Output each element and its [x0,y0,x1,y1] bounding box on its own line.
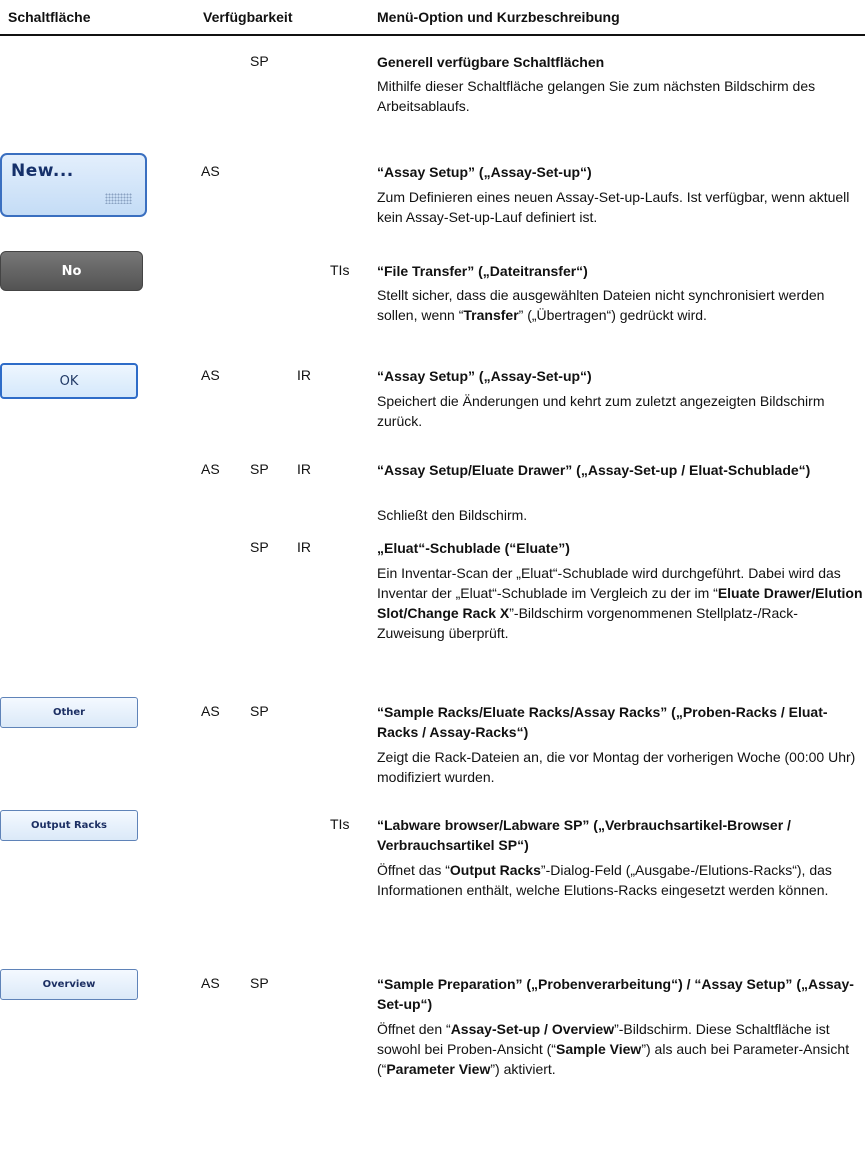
bold-term: Transfer [463,307,519,323]
availability-sp: SP [250,53,269,69]
availability-as: AS [201,163,220,179]
new-button-label: New... [11,161,74,181]
text-segment: Öffnet den “ [377,1021,451,1037]
column-header-availability: Verfügbarkeit [203,9,293,25]
other-button[interactable]: Other [0,697,138,728]
row-title: „Eluat“-Schublade (“Eluate”) [377,540,570,556]
row-description: Mithilfe dieser Schaltfläche gelangen Si… [377,78,816,114]
row-title: Generell verfügbare Schaltflächen [377,54,605,70]
text-segment: Öffnet das “ [377,862,450,878]
row-title: “Sample Racks/Eluate Racks/Assay Racks” … [377,704,828,740]
text-segment: ” („Übertragen“) gedrückt wird. [518,307,707,323]
text-segment: ”) aktiviert. [490,1061,556,1077]
row-title: “Assay Setup/Eluate Drawer” („Assay-Set-… [377,462,811,478]
availability-tis: TIs [330,262,350,278]
keyboard-icon [105,193,132,204]
other-button-label: Other [52,707,86,718]
no-button-label: No [61,263,82,279]
output-racks-button-label: Output Racks [31,820,107,831]
overview-button-label: Overview [42,979,96,990]
bold-term: Parameter View [386,1061,491,1077]
row-title: “Assay Setup” („Assay-Set-up“) [377,368,592,384]
bold-term: Sample View [555,1041,642,1057]
overview-button[interactable]: Overview [0,969,138,1000]
ok-button[interactable]: OK [0,363,138,399]
new-button[interactable]: New... [0,153,147,217]
availability-ir: IR [297,461,311,477]
header-divider [0,34,865,36]
no-button[interactable]: No [0,251,143,291]
availability-ir: IR [297,367,311,383]
availability-sp: SP [250,539,269,555]
availability-as: AS [201,703,220,719]
column-header-button: Schaltfläche [8,9,91,25]
availability-as: AS [201,975,220,991]
row-description: Ein Inventar-Scan der „Eluat“-Schublade … [377,563,865,643]
output-racks-button[interactable]: Output Racks [0,810,138,841]
availability-tis: TIs [330,816,350,832]
row-description: Zeigt die Rack-Dateien an, die vor Monta… [377,749,856,785]
row-title: “Labware browser/Labware SP” („Verbrauch… [377,817,791,853]
row-title: “File Transfer” („Dateitransfer“) [377,263,588,279]
availability-as: AS [201,461,220,477]
availability-ir: IR [297,539,311,555]
column-header-description: Menü-Option und Kurzbeschreibung [377,9,620,25]
availability-as: AS [201,367,220,383]
bold-term: Assay-Set-up / Overview [450,1021,615,1037]
row-description: Öffnet das “Output Racks”-Dialog-Feld („… [377,860,865,900]
row-description: Öffnet den “Assay-Set-up / Overview”-Bil… [377,1019,865,1079]
availability-sp: SP [250,975,269,991]
row-title: “Assay Setup” („Assay-Set-up“) [377,164,592,180]
table-header: Schaltfläche Verfügbarkeit Menü-Option u… [0,0,865,36]
availability-sp: SP [250,461,269,477]
row-description: Stellt sicher, dass die ausgewählten Dat… [377,285,865,325]
row-title: “Sample Preparation” („Probenverarbeitun… [377,976,854,1012]
bold-term: Output Racks [449,862,541,878]
row-description: Speichert die Änderungen und kehrt zum z… [377,393,825,429]
ok-button-label: OK [59,373,79,389]
row-description: Schließt den Bildschirm. [377,507,528,523]
availability-sp: SP [250,703,269,719]
row-description: Zum Definieren eines neuen Assay-Set-up-… [377,189,850,225]
